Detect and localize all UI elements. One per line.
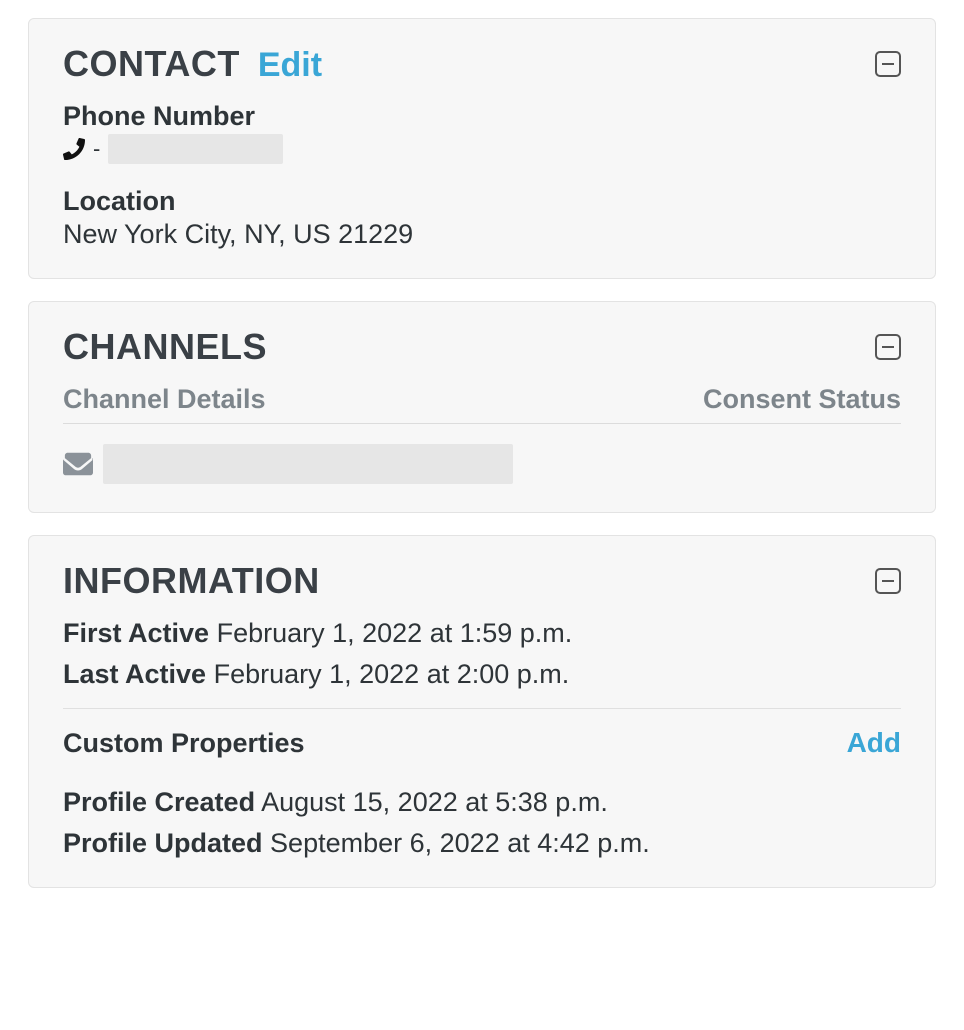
minus-icon bbox=[882, 580, 894, 582]
location-label: Location bbox=[63, 186, 901, 217]
consent-status-column: Consent Status bbox=[703, 384, 901, 415]
edit-contact-link[interactable]: Edit bbox=[258, 46, 322, 85]
profile-updated-label: Profile Updated bbox=[63, 828, 263, 858]
info-divider bbox=[63, 708, 901, 709]
first-active-label: First Active bbox=[63, 618, 209, 648]
mail-icon bbox=[63, 449, 93, 479]
phone-label: Phone Number bbox=[63, 101, 901, 132]
first-active-row: First Active February 1, 2022 at 1:59 p.… bbox=[63, 618, 901, 649]
information-card-header: INFORMATION bbox=[63, 560, 901, 602]
phone-value-redacted bbox=[108, 134, 283, 164]
contact-title: CONTACT bbox=[63, 43, 240, 85]
channel-value-redacted bbox=[103, 444, 513, 484]
channels-card-header: CHANNELS bbox=[63, 326, 901, 368]
phone-value-row: - bbox=[63, 134, 901, 164]
minus-icon bbox=[882, 346, 894, 348]
channel-row bbox=[63, 444, 901, 484]
channel-details-column: Channel Details bbox=[63, 384, 266, 415]
last-active-row: Last Active February 1, 2022 at 2:00 p.m… bbox=[63, 659, 901, 690]
collapse-channels-button[interactable] bbox=[875, 334, 901, 360]
location-field: Location New York City, NY, US 21229 bbox=[63, 186, 901, 250]
custom-properties-label: Custom Properties bbox=[63, 728, 305, 759]
first-active-value: February 1, 2022 at 1:59 p.m. bbox=[217, 618, 573, 648]
information-card: INFORMATION First Active February 1, 202… bbox=[28, 535, 936, 888]
channels-title: CHANNELS bbox=[63, 326, 267, 368]
collapse-contact-button[interactable] bbox=[875, 51, 901, 77]
profile-updated-row: Profile Updated September 6, 2022 at 4:4… bbox=[63, 828, 901, 859]
custom-properties-row: Custom Properties Add bbox=[63, 727, 901, 759]
last-active-label: Last Active bbox=[63, 659, 206, 689]
information-title: INFORMATION bbox=[63, 560, 320, 602]
profile-created-row: Profile Created August 15, 2022 at 5:38 … bbox=[63, 787, 901, 818]
profile-created-value: August 15, 2022 at 5:38 p.m. bbox=[261, 787, 608, 817]
channels-columns: Channel Details Consent Status bbox=[63, 384, 901, 424]
location-value: New York City, NY, US 21229 bbox=[63, 219, 901, 250]
phone-field: Phone Number - bbox=[63, 101, 901, 164]
channels-card: CHANNELS Channel Details Consent Status bbox=[28, 301, 936, 513]
profile-created-label: Profile Created bbox=[63, 787, 255, 817]
profile-updated-value: September 6, 2022 at 4:42 p.m. bbox=[270, 828, 650, 858]
contact-card-header: CONTACT Edit bbox=[63, 43, 901, 85]
collapse-information-button[interactable] bbox=[875, 568, 901, 594]
phone-separator: - bbox=[93, 136, 100, 162]
contact-card: CONTACT Edit Phone Number - Location New… bbox=[28, 18, 936, 279]
contact-title-row: CONTACT Edit bbox=[63, 43, 322, 85]
phone-icon bbox=[63, 138, 85, 160]
last-active-value: February 1, 2022 at 2:00 p.m. bbox=[214, 659, 570, 689]
minus-icon bbox=[882, 63, 894, 65]
add-custom-property-link[interactable]: Add bbox=[847, 727, 901, 759]
